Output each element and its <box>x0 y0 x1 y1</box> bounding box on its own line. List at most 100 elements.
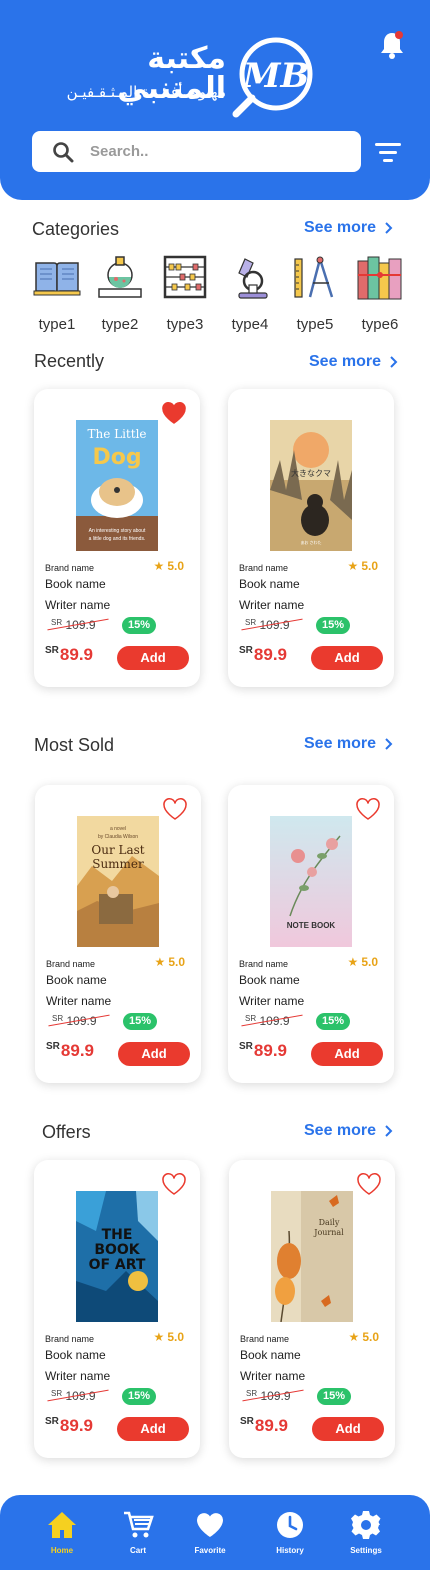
book-name: Book name <box>240 1348 301 1362</box>
svg-text:OF ART: OF ART <box>89 1257 146 1273</box>
category-type3[interactable]: type3 <box>153 253 217 333</box>
open-book-icon <box>33 262 81 296</box>
categories-see-more-link[interactable]: See more <box>304 219 394 237</box>
chemistry-icon <box>98 256 142 298</box>
brand-name: Brand name <box>45 1334 95 1344</box>
geometry-tools-icon <box>294 256 334 298</box>
rating: ★ 5.0 <box>349 1330 379 1344</box>
cover-title: 大きなクマ <box>291 468 331 478</box>
category-type1[interactable]: type1 <box>25 253 89 333</box>
search-input[interactable] <box>90 131 350 172</box>
category-type5[interactable]: type5 <box>283 253 347 333</box>
book-name: Book name <box>239 973 300 987</box>
see-more-label: See more <box>304 1122 377 1139</box>
category-label: type4 <box>231 316 269 333</box>
star-icon: ★ <box>153 1330 165 1344</box>
offers-see-more-link[interactable]: See more <box>304 1122 394 1140</box>
recently-see-more-link[interactable]: See more <box>309 353 399 371</box>
writer-name: Writer name <box>45 1369 111 1383</box>
most-sold-title: Most Sold <box>34 735 115 755</box>
product-card[interactable]: Daily Journal Brand name ★ 5.0 Book name … <box>229 1160 395 1458</box>
category-label: type3 <box>166 316 204 333</box>
book-cover: a novel by Claudia Wilson Our Last Summe… <box>77 816 159 947</box>
rating-value: 5.0 <box>168 955 185 969</box>
price: SR89.9 <box>239 1041 287 1060</box>
home-icon <box>48 1512 76 1538</box>
filter-icon[interactable] <box>374 140 402 164</box>
offers-title: Offers <box>42 1122 91 1142</box>
brand-name: Brand name <box>240 1334 290 1344</box>
add-to-cart-button[interactable]: Add <box>312 1417 384 1441</box>
books-gift-icon <box>357 256 402 300</box>
star-icon: ★ <box>347 559 359 573</box>
product-card[interactable]: The Little Dog An interesting story abou… <box>34 389 200 687</box>
star-icon: ★ <box>347 955 359 969</box>
nav-history[interactable]: History <box>260 1509 320 1555</box>
rating-value: 5.0 <box>167 1330 184 1344</box>
categories-title: Categories <box>32 219 120 239</box>
nav-settings[interactable]: Settings <box>336 1509 396 1555</box>
see-more-label: See more <box>304 735 377 752</box>
book-cover: NOTE BOOK <box>270 816 352 947</box>
book-cover: Daily Journal <box>271 1191 353 1322</box>
category-label: type2 <box>101 316 139 333</box>
add-to-cart-button[interactable]: Add <box>311 646 383 670</box>
old-price: SR 109.9 <box>241 1014 303 1028</box>
cover-title: Our Last <box>91 843 144 857</box>
nav-label: Favorite <box>194 1546 226 1555</box>
favorite-heart-icon[interactable] <box>161 401 187 425</box>
bell-icon[interactable] <box>378 30 406 60</box>
see-more-label: See more <box>304 219 377 236</box>
brand-name: Brand name <box>239 563 289 573</box>
brand-name: Brand name <box>239 959 289 969</box>
category-label: type1 <box>38 316 76 333</box>
rating-value: 5.0 <box>167 559 184 573</box>
price: SR89.9 <box>45 1416 93 1435</box>
see-more-label: See more <box>309 353 382 370</box>
logo-initials: MB <box>242 56 309 96</box>
rating-value: 5.0 <box>361 955 378 969</box>
nav-home[interactable]: Home <box>32 1509 92 1555</box>
add-to-cart-button[interactable]: Add <box>311 1042 383 1066</box>
search-bar[interactable] <box>32 131 361 172</box>
gear-icon <box>351 1511 381 1539</box>
favorite-heart-icon[interactable] <box>355 797 381 821</box>
favorite-heart-icon[interactable] <box>161 1172 187 1196</box>
nav-favorite[interactable]: Favorite <box>180 1509 240 1555</box>
product-card[interactable]: 大きなクマ あお さわた Brand name ★ 5.0 Book name W… <box>228 389 394 687</box>
discount-badge: 15% <box>122 1388 156 1405</box>
chevron-right-icon <box>385 222 393 234</box>
add-to-cart-button[interactable]: Add <box>117 646 189 670</box>
product-card[interactable]: THE BOOK OF ART Brand name ★ 5.0 Book nam… <box>34 1160 200 1458</box>
cover-title: The Little <box>87 427 146 441</box>
add-to-cart-button[interactable]: Add <box>118 1042 190 1066</box>
nav-cart[interactable]: Cart <box>108 1509 168 1555</box>
category-type6[interactable]: type6 <box>348 253 412 333</box>
book-name: Book name <box>46 973 107 987</box>
product-card[interactable]: NOTE BOOK Brand name ★ 5.0 Book name Writ… <box>228 785 394 1083</box>
rating: ★ 5.0 <box>154 559 184 573</box>
book-cover: The Little Dog An interesting story abou… <box>76 420 158 551</box>
favorite-heart-icon[interactable] <box>356 1172 382 1196</box>
book-name: Book name <box>45 1348 106 1362</box>
writer-name: Writer name <box>46 994 112 1008</box>
category-type2[interactable]: type2 <box>88 253 152 333</box>
most-sold-see-more-link[interactable]: See more <box>304 735 394 753</box>
old-price: SR 109.9 <box>242 1389 304 1403</box>
favorite-heart-icon[interactable] <box>162 797 188 821</box>
clock-icon <box>277 1512 303 1538</box>
logo-icon: MB <box>232 37 313 118</box>
brand-name: Brand name <box>46 959 96 969</box>
discount-badge: 15% <box>316 617 350 634</box>
star-icon: ★ <box>348 1330 360 1344</box>
discount-badge: 15% <box>316 1013 350 1030</box>
writer-name: Writer name <box>240 1369 306 1383</box>
product-card[interactable]: a novel by Claudia Wilson Our Last Summe… <box>35 785 201 1083</box>
discount-badge: 15% <box>123 1013 157 1030</box>
chevron-right-icon <box>385 1125 393 1137</box>
category-type4[interactable]: type4 <box>218 253 282 333</box>
discount-badge: 15% <box>122 617 156 634</box>
svg-text:a novel: a novel <box>110 826 126 832</box>
svg-text:BOOK: BOOK <box>94 1242 140 1258</box>
add-to-cart-button[interactable]: Add <box>117 1417 189 1441</box>
